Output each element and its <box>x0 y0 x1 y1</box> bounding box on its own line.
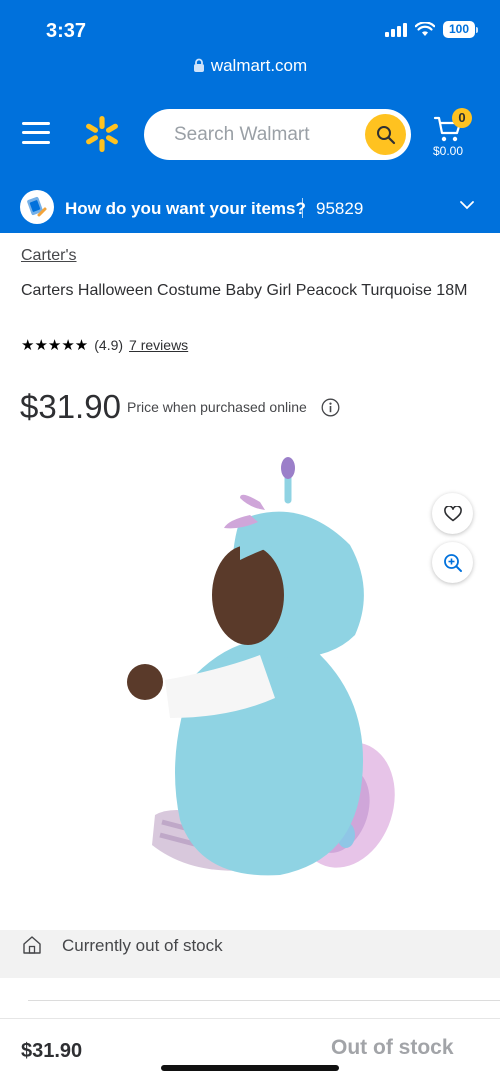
battery-level: 100 <box>443 21 475 38</box>
header: 3:37 100 walmart.com Search Walmart 0 $0… <box>0 0 500 233</box>
brand-link[interactable]: Carter's <box>21 247 77 265</box>
battery-icon: 100 <box>443 21 478 38</box>
cart-count-badge: 0 <box>452 108 472 128</box>
zip-code: 95829 <box>316 199 364 218</box>
signal-icon <box>385 22 407 37</box>
store-icon <box>23 936 41 954</box>
zoom-in-icon <box>443 553 462 572</box>
rating-value: (4.9) <box>94 337 124 353</box>
wifi-icon <box>415 22 435 36</box>
search-input[interactable]: Search Walmart <box>144 109 411 160</box>
bottom-price: $31.90 <box>21 1040 83 1062</box>
search-button[interactable] <box>365 114 406 155</box>
product-title: Carters Halloween Costume Baby Girl Peac… <box>21 282 468 299</box>
stock-status-bar: Currently out of stock <box>0 930 500 978</box>
divider <box>28 1000 500 1001</box>
hamburger-menu-icon[interactable] <box>22 122 50 144</box>
out-of-stock-button[interactable]: Out of stock <box>331 1036 454 1060</box>
info-icon[interactable] <box>321 398 340 417</box>
search-icon <box>376 125 395 144</box>
product-image[interactable] <box>100 450 420 890</box>
search-placeholder: Search Walmart <box>174 124 310 145</box>
divider <box>302 198 303 218</box>
status-icons: 100 <box>385 21 478 38</box>
product-price: $31.90 <box>20 388 121 425</box>
stock-status-text: Currently out of stock <box>62 936 223 955</box>
fulfillment-selector[interactable]: How do you want your items? 95829 <box>0 184 500 233</box>
home-indicator[interactable] <box>161 1065 339 1071</box>
walmart-spark-icon[interactable] <box>84 115 120 153</box>
bottom-bar: $31.90 Out of stock <box>0 1018 500 1080</box>
heart-icon <box>443 505 462 521</box>
reviews-link[interactable]: 7 reviews <box>129 337 188 353</box>
cart-total: $0.00 <box>433 144 464 158</box>
status-time: 3:37 <box>46 20 87 42</box>
fulfillment-question: How do you want your items? <box>65 199 306 218</box>
favorite-button[interactable] <box>432 493 473 534</box>
zoom-button[interactable] <box>432 542 473 583</box>
cart-button[interactable]: 0 $0.00 <box>431 108 473 160</box>
url-text: walmart.com <box>210 56 308 75</box>
star-rating-icon: ★★★★★ <box>21 337 89 354</box>
delivery-icon <box>20 190 54 224</box>
rating-row: ★★★★★ (4.9) 7 reviews <box>21 336 188 354</box>
chevron-down-icon <box>460 201 474 210</box>
lock-icon <box>193 58 204 72</box>
price-note: Price when purchased online <box>127 399 307 415</box>
address-bar[interactable]: walmart.com <box>0 56 500 76</box>
